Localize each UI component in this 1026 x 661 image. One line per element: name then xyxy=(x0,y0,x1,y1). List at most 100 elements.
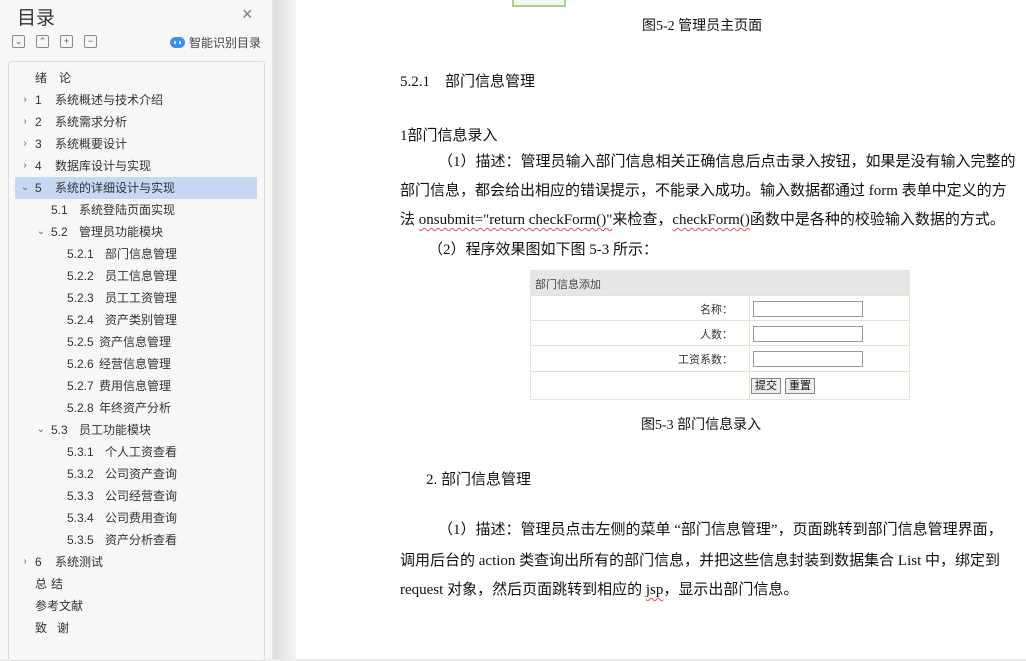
code-text: checkForm() xyxy=(672,212,750,228)
toc-item-label: 系统概要设计 xyxy=(55,137,128,151)
toc-item-label: 经营信息管理 xyxy=(99,357,172,371)
toc-item-5[interactable]: ⌄ 5 系统的详细设计与实现 xyxy=(15,177,257,199)
close-icon[interactable]: × xyxy=(242,5,253,23)
text-run: 法 xyxy=(400,212,419,228)
name-label: 名称： xyxy=(700,304,733,316)
toc-item-label: 参考文献 xyxy=(35,599,84,613)
toc-item-5-3-4[interactable]: 5.3.4 公司费用查询 xyxy=(67,507,247,529)
toc-item-5-1[interactable]: 5.1 系统登陆页面实现 xyxy=(51,199,251,221)
toc-item-label: 公司费用查询 xyxy=(105,511,178,525)
toc-item-intro[interactable]: 绪 论 xyxy=(35,67,245,89)
toc-item-label: 员工工资管理 xyxy=(105,291,178,305)
chevron-right-icon[interactable]: › xyxy=(19,111,31,133)
toc-item-number: 5.2.8 xyxy=(67,401,94,415)
form-header: 部门信息添加 xyxy=(531,271,909,295)
toc-item-5-2-6[interactable]: 5.2.6 经营信息管理 xyxy=(67,353,247,375)
toc-item-5-3[interactable]: ⌄ 5.3 员工功能模块 xyxy=(35,419,245,441)
toc-item-label: 资产信息管理 xyxy=(99,335,172,349)
salary-factor-input[interactable] xyxy=(753,351,863,367)
chevron-down-icon[interactable]: ⌄ xyxy=(35,419,47,441)
toc-item-5-3-5[interactable]: 5.3.5 资产分析查看 xyxy=(67,529,247,551)
toc-item-label: 员工信息管理 xyxy=(105,269,178,283)
subsection-heading: 1部门信息录入 xyxy=(400,128,498,144)
minus-icon[interactable]: − xyxy=(84,35,97,48)
smart-toc-button[interactable]: 智能识别目录 xyxy=(170,34,261,50)
toc-item-references[interactable]: 参考文献 xyxy=(35,595,245,617)
toc-item-number: 5.2 xyxy=(51,225,68,239)
paragraph-line: （1）描述：管理员点击左侧的菜单 “部门信息管理”，页面跳转到部门信息管理界面， xyxy=(438,522,1003,538)
chevron-right-icon[interactable]: › xyxy=(19,133,31,155)
form-row: 人数： xyxy=(531,320,909,346)
paragraph-line: （1）描述：管理员输入部门信息相关正确信息后点击录入按钮，如果是没有输入完整的 xyxy=(438,154,1016,170)
toc-item-label: 员工功能模块 xyxy=(79,423,152,437)
toc-item-number: 1 xyxy=(35,93,42,107)
expand-all-icon[interactable]: ⌄ xyxy=(12,35,25,48)
figure-5-2-image xyxy=(512,0,566,7)
paragraph-line: 部门信息，都会给出相应的错误提示，不能录入成功。输入数据都通过 form 表单中… xyxy=(400,183,1007,199)
toc-item-number: 5.2.4 xyxy=(67,313,94,327)
toc-item-number: 5.3.3 xyxy=(67,489,94,503)
reset-button[interactable]: 重置 xyxy=(785,378,815,394)
page-gutter xyxy=(274,0,296,659)
toc-item-label: 系统登陆页面实现 xyxy=(79,203,176,217)
toc-item-number: 5.2.3 xyxy=(67,291,94,305)
toc-item-label: 个人工资查看 xyxy=(105,445,178,459)
toc-item-label: 结 xyxy=(51,577,64,591)
toc-item-5-2-2[interactable]: 5.2.2 员工信息管理 xyxy=(67,265,247,287)
toc-item-label: 费用信息管理 xyxy=(99,379,172,393)
paragraph-line: request 对象，然后页面跳转到相应的 jsp，显示出部门信息。 xyxy=(400,579,798,601)
toc-item-5-3-3[interactable]: 5.3.3 公司经营查询 xyxy=(67,485,247,507)
toc-item-1[interactable]: › 1 系统概述与技术介绍 xyxy=(17,89,247,111)
text-run: ，显示出部门信息。 xyxy=(663,582,799,598)
toc-item-5-2-3[interactable]: 5.2.3 员工工资管理 xyxy=(67,287,247,309)
chevron-right-icon[interactable]: › xyxy=(19,155,31,177)
name-input[interactable] xyxy=(753,301,863,317)
text-run: 来检查， xyxy=(612,212,673,228)
toc-item-number: 5.3.5 xyxy=(67,533,94,547)
toc-item-number: 6 xyxy=(35,555,42,569)
toc-item-number: 5.3.2 xyxy=(67,467,94,481)
toc-item-number: 5.3.4 xyxy=(67,511,94,525)
submit-button[interactable]: 提交 xyxy=(751,378,781,394)
toc-item-2[interactable]: › 2 系统需求分析 xyxy=(17,111,247,133)
toc-item-5-2-1[interactable]: 5.2.1 部门信息管理 xyxy=(67,243,247,265)
toc-item-4[interactable]: › 4 数据库设计与实现 xyxy=(17,155,247,177)
toc-item-label: 公司资产查询 xyxy=(105,467,178,481)
chevron-right-icon[interactable]: › xyxy=(19,551,31,573)
toc-item-number: 2 xyxy=(35,115,42,129)
toc-item-label: 资产分析查看 xyxy=(105,533,178,547)
toc-item-label: 论 xyxy=(59,71,72,85)
plus-icon[interactable]: + xyxy=(60,35,73,48)
toc-item-5-3-2[interactable]: 5.3.2 公司资产查询 xyxy=(67,463,247,485)
toc-item-number: 5.2.7 xyxy=(67,379,94,393)
toc-item-acknowledgements[interactable]: 致 谢 xyxy=(35,617,245,639)
figure-caption: 图5-2 管理员主页面 xyxy=(642,19,763,34)
toc-item-number: 5.3.1 xyxy=(67,445,94,459)
chevron-down-icon[interactable]: ⌄ xyxy=(35,221,47,243)
section-heading: 5.2.1 部门信息管理 xyxy=(400,74,536,90)
headcount-input[interactable] xyxy=(753,326,863,342)
toc-item-5-2[interactable]: ⌄ 5.2 管理员功能模块 xyxy=(35,221,245,243)
toc-item-label: 数据库设计与实现 xyxy=(55,159,152,173)
toc-item-label: 管理员功能模块 xyxy=(79,225,164,239)
toc-item-5-2-7[interactable]: 5.2.7 费用信息管理 xyxy=(67,375,247,397)
toc-item-number: 3 xyxy=(35,137,42,151)
toc-item-6[interactable]: › 6 系统测试 xyxy=(17,551,247,573)
robot-icon xyxy=(170,36,185,48)
paragraph-line: 法 onsubmit="return checkForm()"来检查，check… xyxy=(400,209,1005,231)
toc-item-label: 资产类别管理 xyxy=(105,313,178,327)
toc-item-3[interactable]: › 3 系统概要设计 xyxy=(17,133,247,155)
toc-item-5-2-8[interactable]: 5.2.8 年终资产分析 xyxy=(67,397,247,419)
toc-item-conclusion[interactable]: 总 结 xyxy=(35,573,245,595)
toc-item-number: 5 xyxy=(35,181,42,195)
toc-item-5-3-1[interactable]: 5.3.1 个人工资查看 xyxy=(67,441,247,463)
chevron-down-icon[interactable]: ⌄ xyxy=(19,177,31,199)
toc-item-label: 系统概述与技术介绍 xyxy=(55,93,164,107)
code-text: jsp xyxy=(645,582,664,598)
chevron-right-icon[interactable]: › xyxy=(19,89,31,111)
toc-item-5-2-4[interactable]: 5.2.4 资产类别管理 xyxy=(67,309,247,331)
toc-item-number: 5.3 xyxy=(51,423,68,437)
toc-item-label: 系统的详细设计与实现 xyxy=(55,181,176,195)
collapse-all-icon[interactable]: ⌃ xyxy=(36,35,49,48)
toc-item-5-2-5[interactable]: 5.2.5 资产信息管理 xyxy=(67,331,247,353)
